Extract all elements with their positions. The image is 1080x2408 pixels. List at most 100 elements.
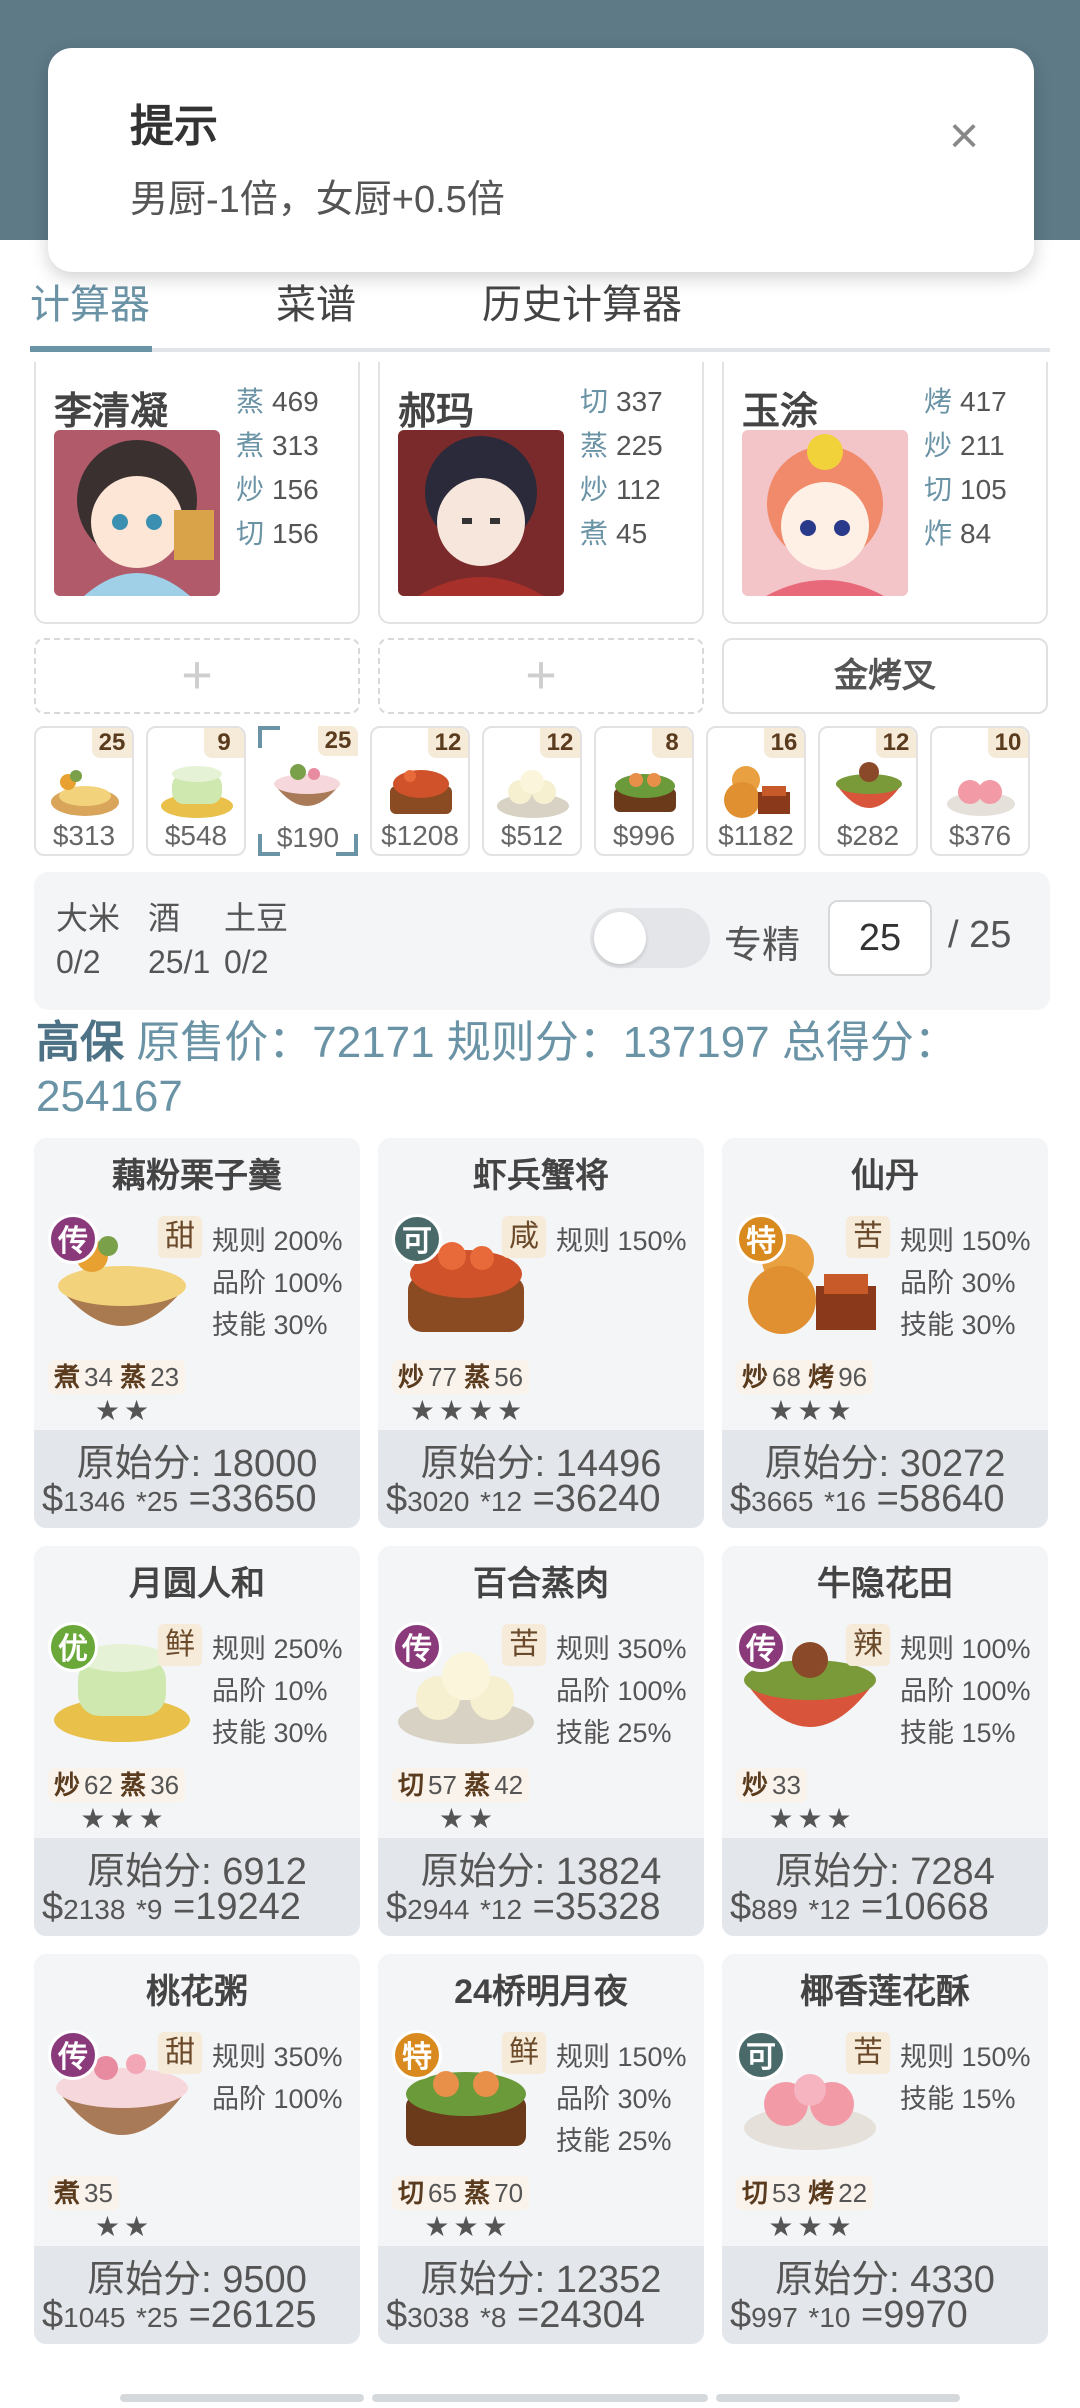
flavor-badge: 苦 (502, 1624, 546, 1666)
chef-card[interactable]: 郝玛 切 337 蒸 225 炒 112 煮 45 (378, 362, 704, 624)
dish-thumb[interactable]: 16 $1182 (706, 726, 806, 856)
rarity-badge: 传 (48, 1214, 98, 1264)
tab-history-calculator[interactable]: 历史计算器 (482, 272, 682, 330)
toggle-knob (594, 912, 646, 964)
recipe-name: 仙丹 (851, 1157, 919, 1195)
recipe-score: 原始分: 14496 $3020 *12 =36240 (378, 1430, 704, 1528)
dish-thumb[interactable]: 12 $282 (818, 726, 918, 856)
recipe-skills: 炒 77 蒸 56 (392, 1360, 530, 1394)
chef-skill: 蒸 225 (580, 430, 663, 461)
rarity-badge: 传 (736, 1622, 786, 1672)
ingredient-panel: 大米 0/2 酒 25/1 土豆 0/2 专精 25 / 25 (34, 872, 1050, 1010)
chef-skill: 蒸 469 (236, 386, 319, 417)
chef-skill: 炒 211 (924, 430, 1005, 461)
chef-card[interactable]: 玉涂 烤 417 炒 211 切 105 炸 84 (722, 362, 1048, 624)
specialize-max: / 25 (948, 914, 1012, 956)
dish-thumb[interactable]: 8 $996 (594, 726, 694, 856)
chef-avatar (742, 430, 908, 596)
dish-count: 9 (204, 728, 244, 758)
chef-skill-list: 蒸 469 煮 313 炒 156 切 156 (236, 380, 356, 556)
guarantee-tag: 高保 (36, 1018, 124, 1067)
recipe-score: 原始分: 6912 $2138 *9 =19242 (34, 1838, 360, 1936)
dish-price: $996 (612, 820, 676, 851)
equipment-item[interactable]: 金烤叉 (722, 638, 1048, 714)
recipe-skills: 煮 35 (48, 2176, 119, 2210)
recipe-stats: 规则 250% 品阶 10% 技能 30% (212, 1634, 343, 1748)
close-icon[interactable]: × (934, 106, 994, 166)
chef-skill: 煮 45 (580, 518, 648, 549)
tip-message: 男厨-1倍，女厨+0.5倍 (130, 179, 505, 221)
specialize-toggle[interactable] (590, 908, 710, 968)
dish-price: $1182 (718, 820, 794, 851)
dish-thumb[interactable]: 10 $376 (930, 726, 1030, 856)
ingredient-item: 大米 0/2 (56, 900, 121, 980)
ingredient-item: 土豆 0/2 (224, 900, 289, 980)
score-summary: 高保 原售价：72171 规则分：137197 总得分：254167 (36, 1016, 1046, 1124)
recipe-score: 原始分: 4330 $997 *10 =9970 (722, 2246, 1048, 2344)
recipe-score: 原始分: 9500 $1045 *25 =26125 (34, 2246, 360, 2344)
star-rating: ★★ (438, 1803, 498, 1834)
star-rating: ★★★ (768, 1395, 856, 1426)
star-rating: ★★★ (80, 1803, 168, 1834)
star-rating: ★★★★ (409, 1395, 527, 1426)
recipe-card[interactable]: 牛隐花田 传 辣 规则 100% 品阶 100% 技能 15% 炒 33 ★★★ … (722, 1546, 1048, 1936)
flavor-badge: 甜 (158, 1216, 202, 1258)
scroll-segment (120, 2394, 364, 2402)
dish-thumb[interactable]: 25 $190 (258, 726, 358, 856)
rarity-badge: 可 (392, 1214, 442, 1264)
ingredient-item: 酒 25/1 (148, 900, 211, 980)
dish-thumb[interactable]: 9 $548 (146, 726, 246, 856)
dish-price: $376 (948, 820, 1012, 851)
chef-card[interactable]: 李清凝 蒸 469 煮 313 炒 156 切 156 (34, 362, 360, 624)
add-equipment-button[interactable]: + (378, 638, 704, 714)
recipe-stats: 规则 150% (556, 1226, 687, 1256)
dish-thumb[interactable]: 25 $313 (34, 726, 134, 856)
recipe-skills: 切 57 蒸 42 (392, 1768, 530, 1802)
recipe-skills: 炒 68 烤 96 (736, 1360, 874, 1394)
dish-icon (390, 770, 452, 814)
flavor-badge: 咸 (502, 1216, 546, 1258)
flavor-badge: 鲜 (158, 1624, 202, 1666)
dish-count: 12 (428, 728, 468, 758)
app-root: { "toast": {"title": "提示", "message": "男… (0, 0, 1080, 2408)
recipe-card[interactable]: 藕粉栗子羹 传 甜 规则 200% 品阶 100% 技能 30% 煮 34 蒸 23… (34, 1138, 360, 1528)
dish-count: 12 (540, 728, 580, 758)
recipe-card[interactable]: 仙丹 特 苦 规则 150% 品阶 30% 技能 30% 炒 68 烤 96 ★★★… (722, 1138, 1048, 1528)
rarity-badge: 优 (48, 1622, 98, 1672)
dish-thumb[interactable]: 12 $512 (482, 726, 582, 856)
star-rating: ★★★ (424, 2211, 512, 2242)
recipe-card[interactable]: 虾兵蟹将 可 咸 规则 150% 炒 77 蒸 56 ★★★★ 原始分: 14496… (378, 1138, 704, 1528)
chef-skill: 切 156 (236, 518, 319, 549)
dish-thumb[interactable]: 12 $1208 (370, 726, 470, 856)
recipe-score: 原始分: 18000 $1346 *25 =33650 (34, 1430, 360, 1528)
tab-calculator[interactable]: 计算器 (30, 272, 150, 330)
recipe-name: 百合蒸肉 (473, 1565, 609, 1603)
dish-price: $190 (276, 822, 340, 853)
price-calc: $2944 *12 =35328 (386, 1886, 661, 1928)
recipe-card[interactable]: 24桥明月夜 特 鲜 规则 150% 品阶 30% 技能 25% 切 65 蒸 70… (378, 1954, 704, 2344)
price-calc: $3665 *16 =58640 (730, 1478, 1005, 1520)
recipe-score: 原始分: 12352 $3038 *8 =24304 (378, 2246, 704, 2344)
tab-active-indicator (30, 346, 152, 352)
star-rating: ★★ (94, 1395, 154, 1426)
price-calc: $1346 *25 =33650 (42, 1478, 317, 1520)
flavor-badge: 鲜 (502, 2032, 546, 2074)
tab-recipes[interactable]: 菜谱 (276, 272, 356, 330)
recipe-card[interactable]: 椰香莲花酥 可 苦 规则 150% 技能 15% 切 53 烤 22 ★★★ 原始分… (722, 1954, 1048, 2344)
dish-price: $1208 (381, 820, 459, 851)
recipe-card[interactable]: 桃花粥 传 甜 规则 350% 品阶 100% 煮 35 ★★ 原始分: 9500… (34, 1954, 360, 2344)
recipe-card[interactable]: 百合蒸肉 传 苦 规则 350% 品阶 100% 技能 25% 切 57 蒸 42 … (378, 1546, 704, 1936)
recipe-card[interactable]: 月圆人和 优 鲜 规则 250% 品阶 10% 技能 30% 炒 62 蒸 36 ★… (34, 1546, 360, 1936)
specialize-input[interactable]: 25 (828, 900, 932, 976)
dish-icon (497, 770, 569, 818)
recipe-stats: 规则 350% 品阶 100% (212, 2042, 343, 2114)
recipe-score: 原始分: 13824 $2944 *12 =35328 (378, 1838, 704, 1936)
recipe-name: 24桥明月夜 (454, 1973, 628, 2011)
rarity-badge: 特 (392, 2030, 442, 2080)
equipment-slots: + + 金烤叉 (34, 638, 1050, 718)
star-rating: ★★★ (768, 2211, 856, 2242)
recipe-skills: 切 65 蒸 70 (392, 2176, 530, 2210)
recipe-name: 牛隐花田 (817, 1565, 953, 1603)
dish-icon (947, 780, 1015, 816)
add-equipment-button[interactable]: + (34, 638, 360, 714)
